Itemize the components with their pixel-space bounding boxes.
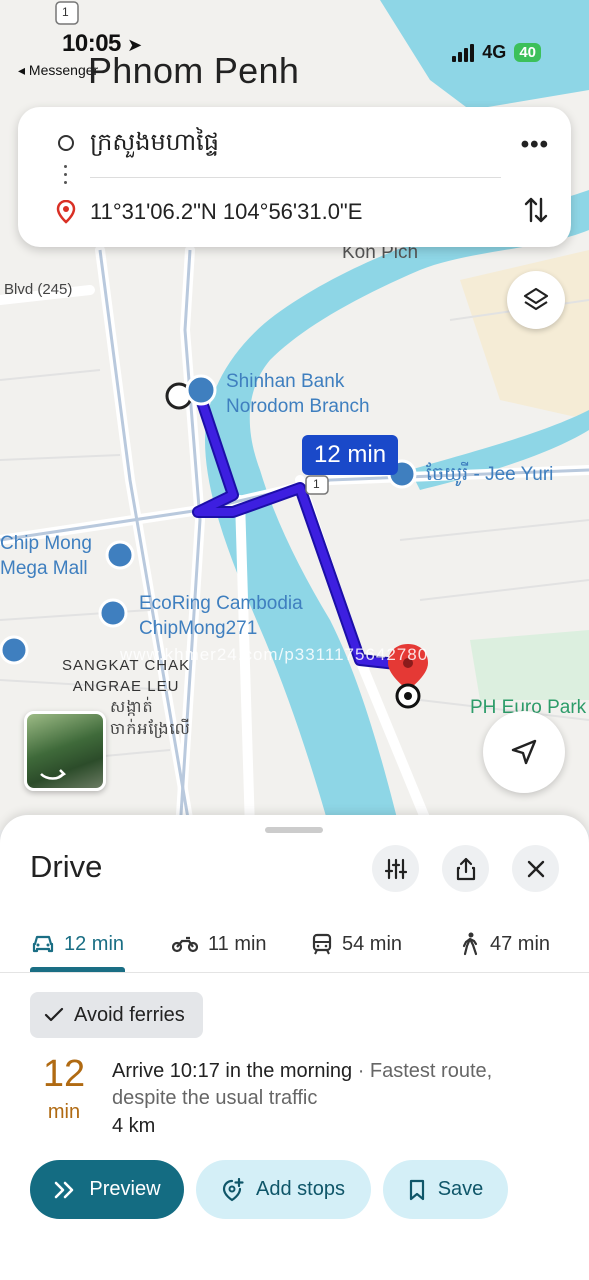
walk-icon (462, 932, 478, 956)
route-shield-1: 1 (313, 477, 320, 491)
save-label: Save (437, 1178, 484, 1200)
checkmark-icon (44, 1007, 64, 1022)
sheet-title: Drive (30, 849, 103, 884)
bookmark-icon (409, 1179, 424, 1200)
save-button[interactable]: Save (383, 1160, 508, 1219)
active-tab-indicator (30, 967, 125, 972)
arrival-summary[interactable]: Arrive 10:17 in the morning · Fastest ro… (112, 1058, 542, 1112)
directions-sheet: Drive 12 min 11 min 54 min 47 min Avoid … (0, 815, 589, 1280)
close-icon (527, 860, 544, 877)
route-time-chip[interactable]: 12 min (302, 435, 399, 475)
travel-mode-tabs: 12 min 11 min 54 min 47 min (0, 915, 589, 973)
motorcycle-icon (172, 936, 198, 953)
poi-chip-mong-mall[interactable]: Chip Mong Mega Mall (0, 532, 92, 581)
tab-walk-label: 47 min (490, 932, 551, 955)
duration-unit: min (47, 1101, 81, 1123)
add-location-icon (222, 1177, 244, 1201)
origin-circle-icon (58, 135, 74, 151)
watermark: www.khmer24.com/p3311175642780 (120, 645, 429, 664)
tab-transit-label: 54 min (342, 932, 403, 955)
arrival-time: Arrive 10:17 in the morning (112, 1060, 353, 1082)
street-view-rotate-icon (40, 769, 67, 780)
close-button[interactable] (512, 845, 559, 892)
duration-number: 12 (42, 1053, 86, 1095)
swap-button[interactable] (523, 195, 549, 225)
tab-transit[interactable]: 54 min (312, 915, 402, 973)
tab-drive-label: 12 min (64, 932, 125, 955)
navigation-arrow-icon (511, 739, 537, 765)
route-distance: 4 km (112, 1115, 156, 1137)
sheet-drag-handle[interactable] (265, 827, 323, 833)
map-label-sangkat-khmer: សង្កាត់ ចាក់អង្រែលើ (110, 699, 191, 739)
preview-button[interactable]: Preview (30, 1160, 184, 1219)
map-view[interactable]: 1 1 10:05 ➤ ◂ Messenger 4G 40 Phnom Penh… (0, 0, 589, 830)
tab-drive[interactable]: 12 min (32, 915, 124, 973)
route-search-card: ក្រសួងមហាផ្ទៃ 11°31'06.2"N 104°56'31.0"E… (18, 107, 571, 247)
destination-field[interactable]: 11°31'06.2"N 104°56'31.0"E (90, 199, 362, 225)
city-label: Phnom Penh (88, 50, 300, 91)
transit-icon (312, 933, 332, 955)
add-stops-button[interactable]: Add stops (196, 1160, 371, 1219)
layers-icon (523, 287, 549, 311)
poi-shinhan-bank[interactable]: Shinhan Bank Norodom Branch (226, 370, 370, 419)
destination-pin-icon (56, 200, 76, 224)
preview-label: Preview (89, 1178, 161, 1200)
avoid-ferries-chip[interactable]: Avoid ferries (30, 992, 203, 1038)
back-to-app-link[interactable]: ◂ Messenger (18, 62, 98, 79)
signal-icon (452, 43, 475, 62)
origin-field[interactable]: ក្រសួងមហាផ្ទៃ (90, 127, 219, 162)
tab-motorcycle[interactable]: 11 min (172, 915, 267, 973)
route-options-button[interactable] (372, 845, 419, 892)
sliders-icon (384, 858, 407, 879)
street-view-thumbnail[interactable] (24, 711, 106, 791)
share-icon (456, 857, 475, 880)
layers-button[interactable] (507, 271, 565, 329)
route-shield-top: 1 (62, 5, 70, 19)
poi-ecoring[interactable]: EcoRing Cambodia ChipMong271 (139, 592, 303, 641)
battery-badge: 40 (514, 43, 541, 62)
map-label-blvd: Blvd (245) (4, 281, 73, 298)
tab-motorcycle-label: 11 min (208, 932, 267, 955)
my-location-button[interactable] (483, 711, 565, 793)
status-indicators: 4G 40 (452, 42, 541, 63)
avoid-ferries-label: Avoid ferries (74, 1003, 185, 1026)
tab-walk[interactable]: 47 min (460, 915, 550, 973)
more-options-button[interactable]: ••• (521, 131, 549, 159)
card-divider (90, 177, 501, 178)
route-dots-icon (64, 165, 68, 189)
double-chevron-icon (55, 1181, 74, 1198)
car-icon (32, 935, 54, 953)
add-stops-label: Add stops (256, 1178, 345, 1200)
network-type: 4G (482, 42, 507, 62)
poi-jee-yuri[interactable]: ចែយូរី - Jee Yuri (426, 463, 553, 488)
share-button[interactable] (442, 845, 489, 892)
